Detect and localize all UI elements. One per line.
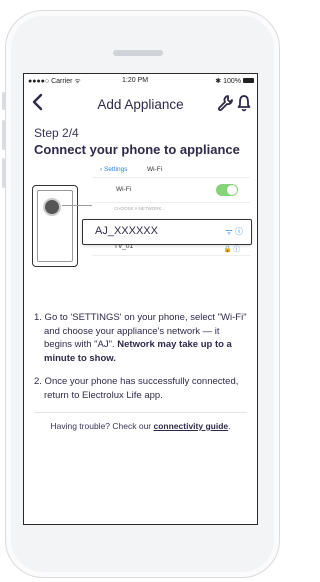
wifi-illustration: ‹ Settings Wi-Fi Wi-Fi CHOOSE A NETWORK.… xyxy=(24,163,257,305)
instructions: 1. Go to 'SETTINGS' on your phone, selec… xyxy=(34,311,247,402)
step-title: Connect your phone to appliance xyxy=(34,142,240,157)
side-button xyxy=(2,120,5,150)
battery-icon xyxy=(243,78,254,83)
wifi-info-icon: ᯤ ⓘ xyxy=(225,227,243,236)
battery-label: ✱ 100% xyxy=(215,78,241,85)
wrench-icon[interactable] xyxy=(217,94,233,117)
appliance-device-icon xyxy=(32,185,78,267)
step-indicator: Step 2/4 xyxy=(34,126,79,140)
highlighted-network-name: AJ_XXXXXX xyxy=(95,225,158,237)
wifi-panel-header: ‹ Settings Wi-Fi xyxy=(92,163,250,178)
side-button xyxy=(2,92,5,110)
connectivity-guide-link[interactable]: connectivity guide xyxy=(154,421,229,431)
status-bar: ●●●●○ Carrier ᯤ 1:20 PM ✱ 100% xyxy=(24,74,257,88)
choose-network-row: CHOOSE A NETWORK... xyxy=(92,203,250,215)
clock: 1:20 PM xyxy=(122,77,149,84)
side-button xyxy=(2,158,5,188)
carrier-label: ●●●●○ Carrier ᯤ xyxy=(28,78,81,85)
wifi-settings-panel: ‹ Settings Wi-Fi Wi-Fi CHOOSE A NETWORK.… xyxy=(82,163,252,305)
instruction-step-2: 2. Once your phone has successfully conn… xyxy=(34,376,239,401)
wifi-toggle-row: Wi-Fi xyxy=(92,178,250,203)
divider xyxy=(34,412,247,413)
wifi-badge-icon xyxy=(43,198,61,216)
settings-back-link: ‹ Settings xyxy=(100,166,128,173)
bell-icon[interactable] xyxy=(237,94,251,117)
wifi-panel-title: Wi-Fi xyxy=(147,166,163,173)
highlighted-network: AJ_XXXXXX ᯤ ⓘ xyxy=(82,219,252,245)
connector-line xyxy=(62,205,92,206)
nav-bar: Add Appliance xyxy=(24,88,257,120)
home-button xyxy=(120,540,166,542)
wifi-toggle xyxy=(216,184,238,196)
phone-speaker xyxy=(113,50,163,56)
help-text: Having trouble? Check our connectivity g… xyxy=(50,421,231,431)
wifi-label: Wi-Fi xyxy=(116,186,132,193)
instruction-step-1: 1. Go to 'SETTINGS' on your phone, selec… xyxy=(34,312,247,364)
app-screen: ●●●●○ Carrier ᯤ 1:20 PM ✱ 100% Add Appli… xyxy=(23,73,258,525)
choose-network-label: CHOOSE A NETWORK... xyxy=(114,206,166,211)
